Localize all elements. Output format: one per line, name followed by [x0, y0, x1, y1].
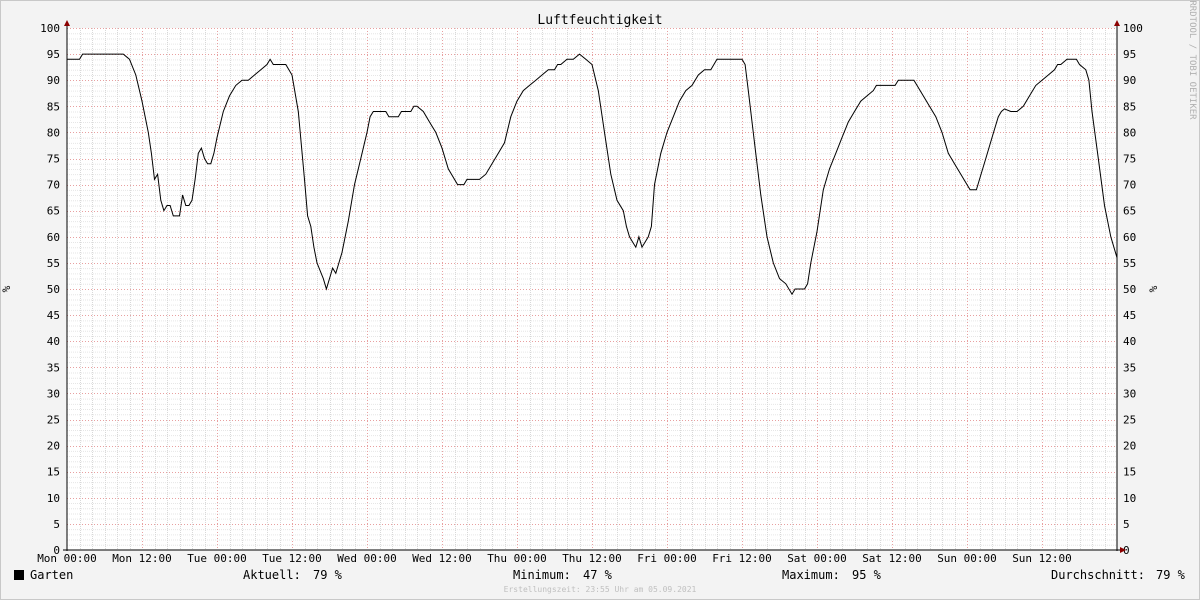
- y-tick-label: 45: [47, 309, 60, 322]
- x-tick-label: Thu 00:00: [487, 552, 547, 565]
- x-tick-label: Tue 12:00: [262, 552, 322, 565]
- y-tick-label: 75: [1123, 153, 1136, 166]
- x-tick-label: Fri 00:00: [637, 552, 697, 565]
- y-tick-label: 20: [47, 440, 60, 453]
- chart-title: Luftfeuchtigkeit: [537, 13, 662, 28]
- y-tick-label: 65: [1123, 205, 1136, 218]
- x-tick-label: Wed 00:00: [337, 552, 397, 565]
- y-tick-label: 45: [1123, 309, 1136, 322]
- y-tick-label: 60: [47, 231, 60, 244]
- x-tick-label: Sat 00:00: [787, 552, 847, 565]
- y-tick-label: 55: [47, 257, 60, 270]
- y-tick-label: 15: [1123, 466, 1136, 479]
- x-tick-label: Mon 12:00: [112, 552, 172, 565]
- y-axis-label-right: %: [1147, 285, 1160, 292]
- y-tick-label: 5: [53, 518, 60, 531]
- side-credit: RRDTOOL / TOBI OETIKER: [1187, 0, 1197, 120]
- y-tick-label: 100: [40, 22, 60, 35]
- x-tick-label: Thu 12:00: [562, 552, 622, 565]
- x-tick-label: Tue 00:00: [187, 552, 247, 565]
- y-tick-label: 20: [1123, 440, 1136, 453]
- legend-current-value: 79 %: [313, 568, 342, 582]
- y-tick-label: 40: [47, 335, 60, 348]
- y-tick-label: 10: [1123, 492, 1136, 505]
- x-tick-label: Sun 00:00: [937, 552, 997, 565]
- y-tick-label: 15: [47, 466, 60, 479]
- legend-min-value: 47 %: [583, 568, 612, 582]
- y-tick-label: 85: [47, 100, 60, 113]
- creation-timestamp: Erstellungszeit: 23:55 Uhr am 05.09.2021: [503, 585, 697, 594]
- x-tick-label: Sun 12:00: [1012, 552, 1072, 565]
- y-tick-label: 25: [47, 414, 60, 427]
- legend-max-label: Maximum:: [782, 568, 840, 582]
- y-tick-label: 80: [47, 126, 60, 139]
- legend-min-label: Minimum:: [513, 568, 571, 582]
- y-tick-label: 95: [47, 48, 60, 61]
- y-tick-label: 5: [1123, 518, 1130, 531]
- y-tick-label: 10: [47, 492, 60, 505]
- x-tick-label: Wed 12:00: [412, 552, 472, 565]
- y-tick-label: 70: [47, 179, 60, 192]
- y-axis-label-left: %: [0, 285, 13, 292]
- y-tick-label: 85: [1123, 100, 1136, 113]
- y-tick-label: 70: [1123, 179, 1136, 192]
- x-tick-label: Sat 12:00: [862, 552, 922, 565]
- y-axis-arrow-right: [1114, 20, 1120, 26]
- y-tick-label: 40: [1123, 335, 1136, 348]
- y-tick-label: 60: [1123, 231, 1136, 244]
- legend-max-value: 95 %: [852, 568, 881, 582]
- y-tick-label: 25: [1123, 414, 1136, 427]
- humidity-chart: 0510152025303540455055606570758085909510…: [0, 0, 1197, 565]
- y-tick-label: 65: [47, 205, 60, 218]
- x-tick-label: Mon 00:00: [37, 552, 97, 565]
- legend-avg-value: 79 %: [1156, 568, 1185, 582]
- y-tick-label: 90: [47, 74, 60, 87]
- y-tick-label: 95: [1123, 48, 1136, 61]
- y-tick-label: 50: [1123, 283, 1136, 296]
- y-tick-label: 75: [47, 153, 60, 166]
- legend-avg-label: Durchschnitt:: [1051, 568, 1145, 582]
- y-tick-label: 35: [1123, 361, 1136, 374]
- y-tick-label: 55: [1123, 257, 1136, 270]
- y-tick-label: 90: [1123, 74, 1136, 87]
- legend-current-label: Aktuell:: [243, 568, 301, 582]
- y-axis-arrow-left: [64, 20, 70, 26]
- legend-swatch: [14, 570, 24, 580]
- y-tick-label: 100: [1123, 22, 1143, 35]
- y-tick-label: 30: [1123, 387, 1136, 400]
- y-tick-label: 50: [47, 283, 60, 296]
- x-tick-labels: Mon 00:00 Mon 12:00 Tue 00:00 Tue 12:00 Wed …: [37, 552, 1072, 565]
- x-tick-label: Fri 12:00: [712, 552, 772, 565]
- y-tick-label: 80: [1123, 126, 1136, 139]
- y-tick-label: 30: [47, 387, 60, 400]
- y-tick-labels-right: 0510152025303540455055606570758085909510…: [1123, 22, 1143, 557]
- y-tick-labels-left: 0510152025303540455055606570758085909510…: [40, 22, 60, 557]
- legend-series-name: Garten: [30, 568, 74, 582]
- y-tick-label: 35: [47, 361, 60, 374]
